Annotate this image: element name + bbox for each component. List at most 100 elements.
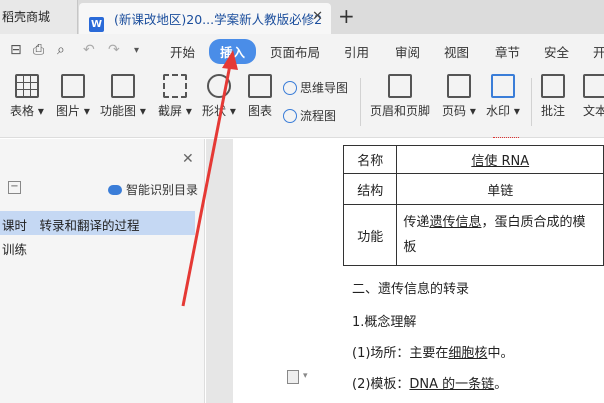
menu-page-layout[interactable]: 页面布局 (270, 42, 320, 61)
comment-button[interactable]: 批注 (541, 74, 565, 119)
document-edit-icon[interactable] (287, 370, 299, 384)
tab-bar: 稻壳商城 W (新课改地区)20...学案新人教版必修2 ✕ + (0, 0, 604, 34)
table-row: 结构 单链 (342, 173, 604, 205)
function-chart-label: 功能图 (100, 104, 137, 118)
undo-icon[interactable]: ↶ (83, 42, 95, 58)
shape-label: 形状 (202, 104, 227, 118)
textbox-icon (583, 74, 604, 98)
shape-button[interactable]: 形状 ▾ (202, 74, 236, 119)
table-cell-value: 传递遗传信息，蛋白质合成的模板 (396, 204, 604, 266)
page-number-button[interactable]: 页码 ▾ (442, 74, 476, 119)
ribbon-divider (531, 78, 532, 126)
smart-toc-icon (108, 185, 122, 195)
screenshot-label: 截屏 (158, 104, 183, 118)
place-prefix: (1)场所：主要在 (352, 346, 449, 361)
page-number-label: 页码 (442, 104, 467, 118)
rna-table: 名称 信使 RNA 结构 单链 功能 传递遗传信息，蛋白质合成的模板 (342, 145, 604, 266)
save-icon[interactable]: ⊟ (10, 42, 22, 58)
menu-review[interactable]: 审阅 (395, 42, 420, 61)
scissors-icon (162, 74, 187, 98)
tab-document[interactable]: W (新课改地区)20...学案新人教版必修2 ✕ (79, 3, 331, 34)
screenshot-button[interactable]: 截屏 ▾ (158, 74, 192, 119)
navigation-panel: ✕ − 智能识别目录 课时 转录和翻译的过程 训练 (0, 139, 205, 403)
picture-icon (60, 74, 85, 98)
bar-chart-icon (248, 74, 272, 98)
menu-more[interactable]: 开 (593, 42, 604, 61)
menu-bar: ⊟ ⎙ ⌕ ↶ ↷ ▾ 开始 插入 页面布局 引用 审阅 视图 章节 安全 开 (0, 34, 604, 66)
menu-home[interactable]: 开始 (170, 42, 195, 61)
menu-security[interactable]: 安全 (544, 42, 569, 61)
table-cell-label: 结构 (342, 173, 398, 205)
header-footer-button[interactable]: 页眉和页脚 (370, 74, 430, 119)
place-underline: 细胞核 (448, 346, 488, 361)
mindmap-label: 思维导图 (300, 81, 349, 95)
place-suffix: 中。 (487, 346, 514, 361)
comment-icon (541, 74, 565, 98)
template-suffix: 。 (494, 377, 508, 392)
table-row: 名称 信使 RNA (342, 145, 604, 174)
watermark-button[interactable]: 水印 ▾ (486, 74, 520, 119)
picture-label: 图片 (56, 104, 81, 118)
collapse-icon[interactable]: − (8, 181, 21, 194)
comment-label: 批注 (541, 104, 566, 118)
flowchart-icon (283, 109, 297, 123)
template-underline: DNA 的一条链 (409, 377, 495, 392)
close-panel-icon[interactable]: ✕ (182, 151, 194, 167)
ribbon: 表格 ▾ 图片 ▾ 功能图 ▾ 截屏 ▾ 形状 ▾ 图表 思维导图 流程图 页眉… (0, 66, 604, 138)
table-cell-label: 功能 (342, 204, 398, 266)
table-icon (14, 74, 39, 98)
header-footer-label: 页眉和页脚 (370, 104, 431, 118)
menu-section[interactable]: 章节 (495, 42, 520, 61)
rna-name-value: 信使 RNA (471, 154, 530, 169)
nav-item-transcription[interactable]: 课时 转录和翻译的过程 (0, 211, 195, 235)
table-cell-value: 信使 RNA (396, 145, 604, 174)
section-heading: 二、遗传信息的转录 (352, 282, 470, 297)
textbox-button[interactable]: 文本 (583, 74, 604, 119)
menu-references[interactable]: 引用 (344, 42, 369, 61)
chevron-down-icon[interactable]: ▾ (303, 371, 308, 381)
textbox-label: 文本 (583, 104, 604, 118)
table-button[interactable]: 表格 ▾ (10, 74, 44, 119)
function-chart-button[interactable]: 功能图 ▾ (100, 74, 146, 119)
flowchart-label: 流程图 (300, 109, 337, 123)
mindmap-icon (283, 81, 297, 95)
print-preview-icon[interactable]: ⌕ (57, 42, 65, 58)
smart-toc-label: 智能识别目录 (126, 183, 199, 197)
menu-view[interactable]: 视图 (444, 42, 469, 61)
header-footer-icon (388, 74, 412, 98)
watermark-label: 水印 (486, 104, 511, 118)
function-text-prefix: 传递 (403, 215, 430, 230)
word-doc-icon: W (89, 17, 104, 32)
table-label: 表格 (10, 104, 35, 118)
function-text-underline: 遗传信息 (429, 215, 482, 230)
mindmap-button[interactable]: 思维导图 (283, 79, 348, 96)
tab-store-label: 稻壳商城 (2, 10, 51, 24)
template-prefix: (2)模板： (352, 377, 410, 392)
redo-icon[interactable]: ↷ (108, 42, 120, 58)
customize-dropdown-icon[interactable]: ▾ (134, 45, 139, 56)
tab-document-title: (新课改地区)20...学案新人教版必修2 (113, 12, 323, 27)
chart-label: 图表 (248, 104, 273, 118)
table-row: 功能 传递遗传信息，蛋白质合成的模板 (342, 204, 604, 266)
table-cell-value: 单链 (396, 173, 604, 205)
function-chart-icon (110, 74, 135, 98)
flowchart-button[interactable]: 流程图 (283, 107, 336, 124)
smart-toc-button[interactable]: 智能识别目录 (108, 181, 198, 198)
nav-item-training[interactable]: 训练 (0, 235, 195, 259)
tab-store[interactable]: 稻壳商城 (0, 0, 78, 34)
revision-mark (493, 134, 519, 138)
template-paragraph: (2)模板：DNA 的一条链。 (352, 373, 507, 392)
shape-icon (206, 74, 231, 98)
concept-heading: 1.概念理解 (352, 315, 417, 330)
watermark-icon (490, 74, 515, 98)
menu-insert[interactable]: 插入 (209, 39, 257, 64)
print-icon[interactable]: ⎙ (33, 42, 44, 58)
close-tab-icon[interactable]: ✕ (312, 9, 323, 24)
place-paragraph: (1)场所：主要在细胞核中。 (352, 342, 513, 361)
page-number-icon (446, 74, 471, 98)
chart-button[interactable]: 图表 (248, 74, 272, 119)
add-tab-icon[interactable]: + (338, 4, 355, 28)
table-cell-label: 名称 (342, 145, 398, 174)
picture-button[interactable]: 图片 ▾ (56, 74, 90, 119)
ribbon-divider (360, 78, 361, 126)
